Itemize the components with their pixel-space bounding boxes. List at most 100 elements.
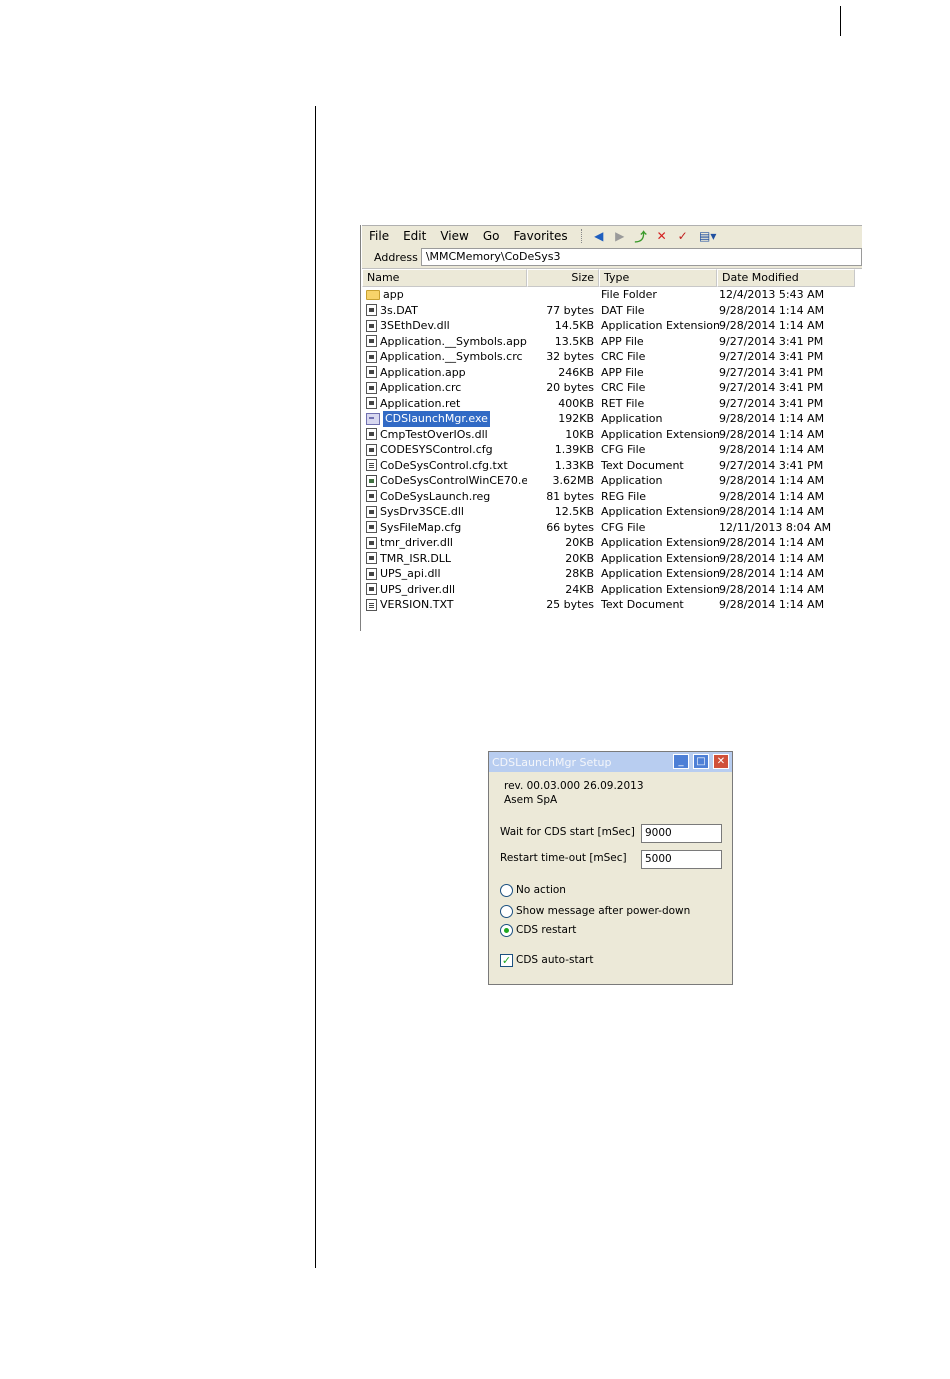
file-size-cell: 66 bytes bbox=[546, 520, 594, 534]
file-row[interactable]: CoDeSysControl.cfg.txt 1.33KB Text Documen… bbox=[362, 458, 862, 474]
setup-dialog: CDSLaunchMgr Setup _ □ ✕ rev. 00.03.000 … bbox=[488, 751, 733, 985]
file-row[interactable]: CDSlaunchMgr.exe 192KB Application 9/28/201… bbox=[362, 411, 862, 427]
file-icon bbox=[366, 490, 377, 503]
file-row[interactable]: CODESYSControl.cfg 1.39KB CFG File 9/28/201… bbox=[362, 442, 862, 458]
restart-input[interactable]: 5000 bbox=[641, 850, 722, 869]
file-row[interactable]: TMR_ISR.DLL 20KB Application Extension 9/28… bbox=[362, 551, 862, 567]
up-folder-icon[interactable]: ⤴ bbox=[632, 228, 650, 244]
column-header-size[interactable]: Size bbox=[527, 269, 599, 287]
file-size-cell: 20 bytes bbox=[546, 381, 594, 394]
file-name: UPS_api.dll bbox=[380, 567, 441, 580]
autostart-checkbox[interactable]: ✓ bbox=[500, 954, 513, 967]
radio-show-message[interactable] bbox=[500, 905, 513, 918]
file-date-cell: 9/28/2014 1:14 AM bbox=[719, 567, 825, 580]
toolbar-separator bbox=[580, 229, 584, 243]
file-type-cell: CRC File bbox=[601, 381, 646, 394]
wait-input[interactable]: 9000 bbox=[641, 824, 722, 843]
file-name-cell: Application.app bbox=[362, 365, 527, 381]
menu-file[interactable]: File bbox=[362, 227, 396, 245]
file-row[interactable]: 3SEthDev.dll 14.5KB Application Extension 9… bbox=[362, 318, 862, 334]
address-input[interactable]: \MMCMemory\CoDeSys3 bbox=[420, 248, 862, 266]
file-size-cell: 20KB bbox=[565, 551, 594, 565]
file-row[interactable]: tmr_driver.dll 20KB Application Extension 9… bbox=[362, 535, 862, 551]
application-icon bbox=[366, 474, 377, 487]
file-type-cell: CFG File bbox=[601, 443, 646, 456]
radio-cds-restart-label: CDS restart bbox=[516, 924, 577, 936]
close-icon[interactable]: ✕ bbox=[713, 754, 729, 769]
file-date-cell: 9/27/2014 3:41 PM bbox=[719, 350, 824, 363]
file-date-cell: 9/27/2014 3:41 PM bbox=[719, 334, 824, 348]
restart-label: Restart time-out [mSec] bbox=[500, 852, 627, 864]
text-document-icon bbox=[366, 459, 377, 472]
file-type-cell: CFG File bbox=[601, 520, 646, 534]
file-size-cell: 77 bytes bbox=[546, 303, 594, 317]
column-header-name[interactable]: Name bbox=[362, 269, 527, 287]
wait-label: Wait for CDS start [mSec] bbox=[500, 826, 635, 838]
file-row[interactable]: SysDrv3SCE.dll 12.5KB Application Extensio… bbox=[362, 504, 862, 520]
file-row[interactable]: SysFileMap.cfg 66 bytes CFG File 12/11/2013… bbox=[362, 520, 862, 536]
file-icon bbox=[366, 397, 377, 410]
menu-view[interactable]: View bbox=[433, 227, 475, 245]
file-icon bbox=[366, 304, 377, 317]
file-date-cell: 12/11/2013 8:04 AM bbox=[719, 520, 832, 534]
file-row[interactable]: Application.crc 20 bytes CRC File 9/27/2014… bbox=[362, 380, 862, 396]
file-date-cell: 9/28/2014 1:14 AM bbox=[719, 303, 825, 317]
application-icon bbox=[366, 412, 380, 425]
file-size-cell: 1.39KB bbox=[554, 443, 594, 456]
column-header-type[interactable]: Type bbox=[599, 269, 717, 287]
file-name-cell: CoDeSysControlWinCE70.e... bbox=[362, 473, 527, 489]
column-header-date[interactable]: Date Modified bbox=[717, 269, 855, 287]
file-row[interactable]: Application.__Symbols.crc 32 bytes CRC Fil… bbox=[362, 349, 862, 365]
file-row[interactable]: CoDeSysControlWinCE70.e... 3.62MB Applicat… bbox=[362, 473, 862, 489]
file-name-cell: CODESYSControl.cfg bbox=[362, 442, 527, 458]
address-bar: Address \MMCMemory\CoDeSys3 bbox=[362, 246, 862, 269]
file-row[interactable]: Application.app 246KB APP File 9/27/2014 3:… bbox=[362, 365, 862, 381]
file-name: TMR_ISR.DLL bbox=[380, 551, 452, 565]
file-row[interactable]: UPS_driver.dll 24KB Application Extension 9… bbox=[362, 582, 862, 598]
menu-favorites[interactable]: Favorites bbox=[506, 227, 574, 245]
views-icon[interactable]: ▤▾ bbox=[695, 228, 721, 244]
file-icon bbox=[366, 443, 377, 456]
file-date-cell: 9/28/2014 1:14 AM bbox=[719, 582, 825, 596]
file-name-cell: Application.crc bbox=[362, 380, 527, 396]
file-date-cell: 9/27/2014 3:41 PM bbox=[719, 365, 824, 379]
menu-go[interactable]: Go bbox=[476, 227, 507, 245]
file-row[interactable]: CmpTestOverIOs.dll 10KB Application Extens… bbox=[362, 427, 862, 443]
radio-cds-restart[interactable] bbox=[500, 924, 513, 937]
minimize-icon[interactable]: _ bbox=[673, 754, 689, 769]
file-type-cell: File Folder bbox=[601, 288, 657, 301]
file-type-cell: RET File bbox=[601, 396, 645, 410]
file-row[interactable]: Application.__Symbols.app 13.5KB APP File 9… bbox=[362, 334, 862, 350]
radio-no-action[interactable] bbox=[500, 884, 513, 897]
file-row[interactable]: VERSION.TXT 25 bytes Text Document 9/28/201… bbox=[362, 597, 862, 613]
file-type-cell: DAT File bbox=[601, 303, 645, 317]
file-name-cell: SysFileMap.cfg bbox=[362, 520, 527, 536]
file-name-cell: Application.__Symbols.crc bbox=[362, 349, 527, 365]
file-row[interactable]: Application.ret 400KB RET File 9/27/2014 3:… bbox=[362, 396, 862, 412]
file-name: SysDrv3SCE.dll bbox=[380, 505, 464, 518]
file-icon bbox=[366, 335, 377, 348]
forward-icon[interactable]: ▶ bbox=[611, 228, 629, 244]
file-size-cell: 32 bytes bbox=[546, 350, 594, 363]
file-name: Application.app bbox=[380, 365, 466, 379]
back-icon[interactable]: ◀ bbox=[590, 228, 608, 244]
file-date-cell: 9/27/2014 3:41 PM bbox=[719, 381, 824, 394]
file-row[interactable]: app File Folder 12/4/2013 5:43 AM bbox=[362, 287, 862, 303]
properties-icon[interactable]: ✓ bbox=[674, 228, 692, 244]
file-size-cell: 25 bytes bbox=[546, 598, 594, 611]
file-type-cell: Application Extension bbox=[601, 505, 720, 518]
file-name: SysFileMap.cfg bbox=[380, 520, 462, 534]
file-row[interactable]: CoDeSysLaunch.reg 81 bytes REG File 9/28/20… bbox=[362, 489, 862, 505]
file-name-cell: 3s.DAT bbox=[362, 303, 527, 319]
file-icon bbox=[366, 350, 377, 363]
delete-icon[interactable]: ✕ bbox=[653, 228, 671, 244]
menu-edit[interactable]: Edit bbox=[396, 227, 433, 245]
revision-text: rev. 00.03.000 26.09.2013 bbox=[504, 780, 644, 792]
maximize-icon[interactable]: □ bbox=[693, 754, 709, 769]
file-date-cell: 12/4/2013 5:43 AM bbox=[719, 288, 825, 301]
file-explorer-window: File Edit View Go Favorites ◀ ▶ ⤴ ✕ ✓ ▤▾… bbox=[360, 225, 862, 631]
file-row[interactable]: UPS_api.dll 28KB Application Extension 9/28… bbox=[362, 566, 862, 582]
file-row[interactable]: 3s.DAT 77 bytes DAT File 9/28/2014 1:14 AM bbox=[362, 303, 862, 319]
file-name-cell: 3SEthDev.dll bbox=[362, 318, 527, 334]
file-date-cell: 9/28/2014 1:14 AM bbox=[719, 551, 825, 565]
